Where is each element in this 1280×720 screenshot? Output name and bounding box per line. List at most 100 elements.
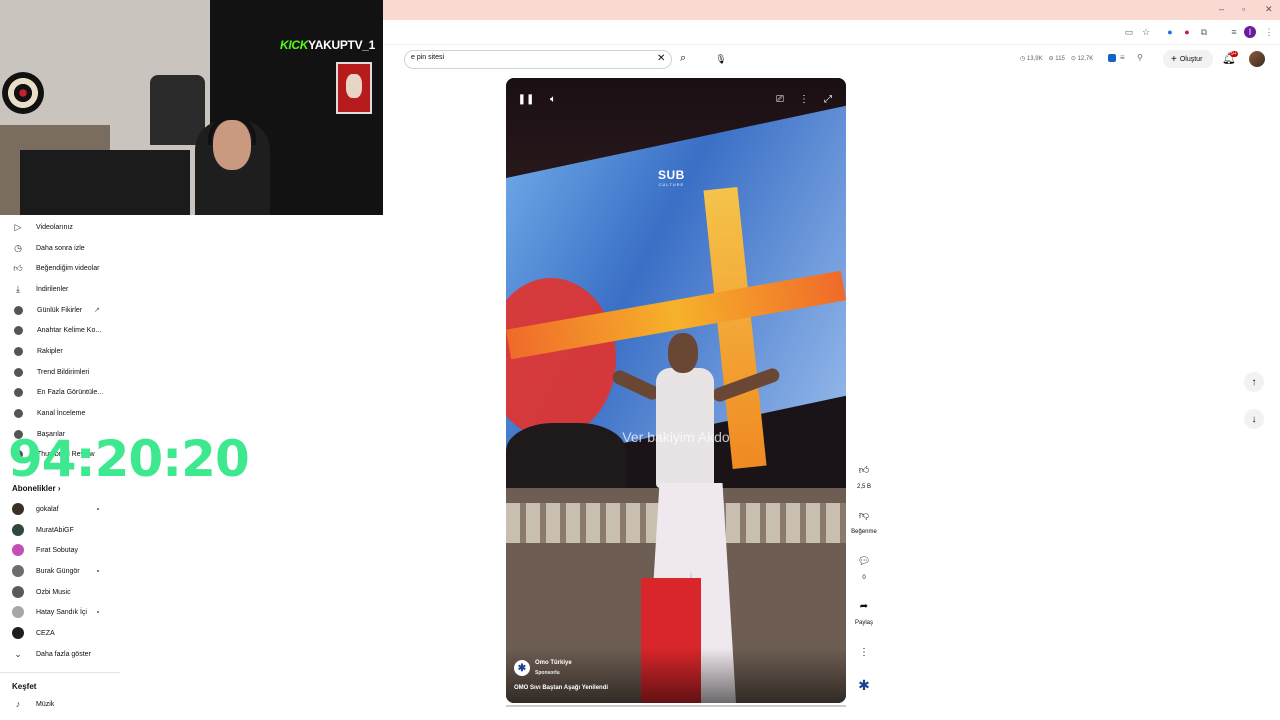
magic-wand-icon[interactable]: ⚲	[1137, 53, 1143, 62]
queue-icon[interactable]: ≡	[1120, 53, 1125, 62]
performer-torso	[656, 368, 714, 488]
gpt-icon	[12, 304, 24, 316]
fullscreen-icon[interactable]: ⤢	[821, 92, 835, 106]
sidebar-item-liked-videos[interactable]: 👍︎ Beğendiğim videolar	[0, 258, 200, 278]
maximize-window-icon[interactable]: ▫	[1242, 4, 1245, 14]
gpt-icon	[12, 324, 24, 336]
comment-count: 0	[862, 575, 866, 581]
advertiser-name[interactable]: Omo Türkiye	[535, 660, 572, 666]
search-icon[interactable]: ⌕	[680, 52, 686, 65]
subscription-name: Fırat Sobutay	[36, 546, 79, 554]
share-button[interactable]: ➦ Paylaş	[848, 596, 880, 627]
subscription-item[interactable]: Burak Güngör	[0, 561, 200, 581]
clear-search-icon[interactable]: ✕	[657, 53, 665, 64]
install-app-icon[interactable]: ▭	[1123, 26, 1135, 38]
channel-avatar	[12, 524, 24, 536]
brand-logo: SUB CULTURE	[658, 168, 685, 187]
search-input[interactable]	[404, 50, 672, 69]
subscription-item[interactable]: gokalaf	[0, 499, 200, 519]
comments-button[interactable]: 💬︎ 0	[848, 551, 880, 582]
subscription-item[interactable]: MuratAbiGF	[0, 520, 200, 540]
sidebar-item-music[interactable]: ♪ Müzik	[0, 694, 200, 714]
more-vertical-icon: ⋮	[859, 646, 869, 658]
music-note-icon: ♪	[15, 699, 21, 709]
thumb-up-icon: 👍︎	[858, 465, 870, 476]
new-content-dot	[97, 508, 99, 510]
sidebar-gpt-channel-review[interactable]: Kanal İnceleme	[0, 403, 200, 423]
sidebar-gpt-competitors[interactable]: Rakipler	[0, 341, 200, 361]
chair-image	[150, 75, 205, 145]
video-icon: ▷	[14, 221, 22, 232]
advertiser-channel-button[interactable]: ✱	[848, 675, 880, 695]
extension-shield-icon[interactable]: ●	[1181, 26, 1193, 38]
thumb-down-icon: 👎︎	[858, 510, 870, 521]
channel-avatar	[12, 586, 24, 598]
subscription-name: Burak Güngör	[36, 567, 80, 575]
tab-search-icon[interactable]: ≡	[1228, 26, 1240, 38]
subscription-item[interactable]: Ozbi Music	[0, 582, 200, 602]
volume-icon[interactable]: 🔈︎	[546, 92, 560, 106]
new-content-dot	[97, 570, 99, 572]
new-content-dot	[97, 611, 99, 613]
browser-menu-icon[interactable]: ⋮	[1263, 26, 1275, 38]
sidebar-item-label: Daha sonra izle	[36, 244, 85, 252]
dislike-label: Beğenme	[851, 529, 877, 535]
like-button[interactable]: 👍︎ 2,5 B	[848, 460, 880, 490]
subscription-name: MuratAbiGF	[36, 526, 74, 534]
sidebar-item-label: İndirilenler	[36, 285, 69, 293]
sidebar-gpt-most-viewed[interactable]: En Fazla Görüntüle...	[0, 382, 200, 402]
pause-icon[interactable]: ❚❚	[518, 92, 535, 106]
minimize-window-icon[interactable]: –	[1219, 4, 1224, 14]
like-count: 2,5 B	[856, 484, 871, 490]
user-avatar[interactable]	[1249, 51, 1265, 67]
performer-head	[668, 333, 698, 373]
subscription-item[interactable]: CEZA	[0, 623, 200, 643]
subscription-name: Ozbi Music	[36, 588, 71, 596]
extensions-puzzle-icon[interactable]: ⧉	[1198, 26, 1210, 38]
stream-timer: 94:20:20	[8, 430, 250, 488]
more-options-icon[interactable]: ⋮	[797, 92, 811, 106]
subscriptions-heading[interactable]: Abonelikler ›	[12, 484, 60, 493]
webcam-overlay: KICKYAKUPTV_1	[0, 0, 383, 215]
poster-image	[336, 62, 372, 114]
create-button[interactable]: + Oluştur	[1163, 50, 1213, 68]
shorts-player[interactable]: SUB CULTURE Ver bakiyim Akdo ❚❚ 🔈︎ ⎚ ⋮ ⤢ …	[506, 78, 846, 703]
notification-badge: 9+	[1230, 51, 1238, 57]
show-more-button[interactable]: ⌄ Daha fazla göster	[0, 644, 200, 664]
views-stat: ◷ 13,9K	[1020, 56, 1043, 62]
extension-icon[interactable]: ●	[1164, 26, 1176, 38]
advertiser-logo[interactable]: ✱	[514, 660, 530, 676]
explore-heading: Keşfet	[12, 682, 37, 691]
video-caption: Ver bakiyim Akdo	[622, 429, 730, 445]
videos-stat: ⊖ 115	[1048, 56, 1065, 62]
monitor-image	[20, 150, 190, 215]
captions-icon[interactable]: ⎚	[773, 92, 787, 106]
bookmark-star-icon[interactable]: ☆	[1140, 26, 1152, 38]
microphone-icon[interactable]: 🎙︎	[714, 52, 728, 66]
previous-short-button[interactable]: ↑	[1244, 372, 1264, 392]
browser-tab-strip	[383, 0, 1280, 20]
progress-bar[interactable]	[506, 705, 846, 707]
channel-avatar	[12, 606, 24, 618]
subscription-item[interactable]: Hatay Sandık İçi	[0, 602, 200, 622]
clock-icon: ◷	[14, 242, 22, 253]
ad-title: OMO Sıvı Baştan Aşağı Yenilendi	[514, 685, 609, 691]
gpt-icon	[12, 407, 24, 419]
sidebar-item-videos[interactable]: ▷ Videolarınız	[0, 217, 200, 237]
profile-icon[interactable]: I	[1244, 26, 1256, 38]
close-window-icon[interactable]: ✕	[1265, 4, 1273, 15]
sidebar-item-downloads[interactable]: ⤓ İndirilenler	[0, 279, 200, 299]
sidebar-gpt-keyword[interactable]: Anahtar Kelime Ko...	[0, 320, 200, 340]
subscription-item[interactable]: Fırat Sobutay	[0, 540, 200, 560]
sidebar-gpt-trends[interactable]: Trend Bildirimleri	[0, 362, 200, 382]
sidebar-gpt-daily-ideas[interactable]: Günlük Fikirler ↗	[0, 300, 200, 320]
sidebar-item-label: Trend Bildirimleri	[37, 368, 90, 376]
stats-extension: ◷ 13,9K ⊖ 115 ⊙ 12,7K	[1020, 55, 1093, 62]
next-short-button[interactable]: ↓	[1244, 409, 1264, 429]
kick-channel-label: KICKYAKUPTV_1	[280, 38, 376, 52]
extension-badge-icon[interactable]	[1108, 54, 1116, 62]
dislike-button[interactable]: 👎︎ Beğenme	[848, 505, 880, 535]
sidebar-item-watch-later[interactable]: ◷ Daha sonra izle	[0, 238, 200, 258]
more-actions-button[interactable]: ⋮	[848, 642, 880, 662]
omo-logo-icon: ✱	[858, 676, 870, 693]
